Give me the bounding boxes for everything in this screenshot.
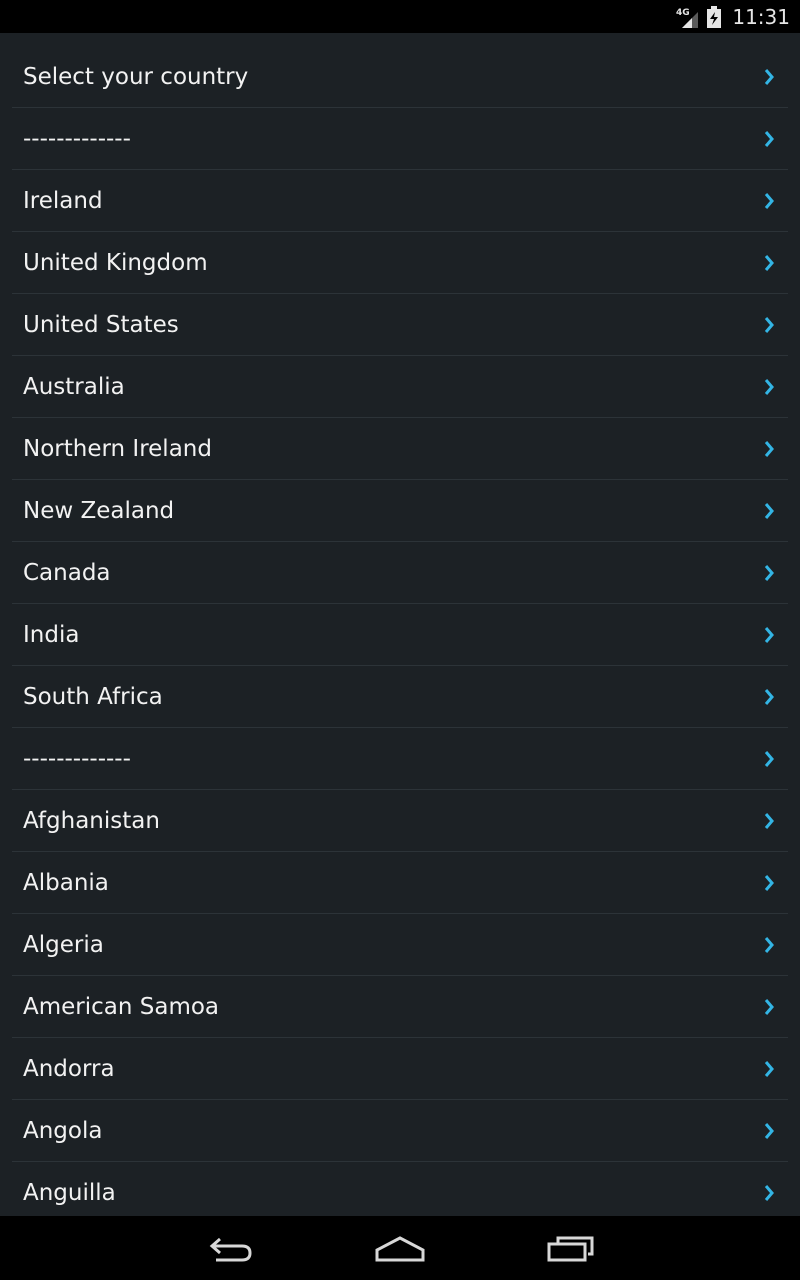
chevron-right-icon (764, 1122, 774, 1139)
status-clock: 11:31 (732, 4, 790, 29)
list-header-row[interactable]: Select your country (12, 47, 788, 108)
list-item[interactable]: Australia (12, 356, 788, 418)
list-item-label: American Samoa (23, 993, 220, 1020)
list-item[interactable]: New Zealand (12, 480, 788, 542)
list-item[interactable]: India (12, 604, 788, 666)
chevron-right-icon (764, 254, 774, 271)
chevron-right-icon (764, 688, 774, 705)
list-item-label: Northern Ireland (23, 435, 212, 462)
chevron-right-icon (764, 564, 774, 581)
list-item[interactable]: South Africa (12, 666, 788, 728)
navigation-bar (0, 1216, 800, 1280)
list-item[interactable]: Canada (12, 542, 788, 604)
chevron-right-icon (764, 502, 774, 519)
list-item[interactable]: ------------- (12, 728, 788, 790)
list-item-label: United States (23, 311, 179, 338)
chevron-right-icon (764, 750, 774, 767)
list-item-label: Ireland (23, 187, 103, 214)
list-item[interactable]: United Kingdom (12, 232, 788, 294)
list-item-label: Angola (23, 1117, 103, 1144)
status-icons: 4G (676, 5, 722, 28)
list-item[interactable]: American Samoa (12, 976, 788, 1038)
home-button[interactable] (370, 1230, 430, 1266)
signal-bars-icon: 4G (676, 8, 699, 28)
list-item-label: ------------- (23, 125, 131, 152)
list-item-label: Algeria (23, 931, 104, 958)
list-item-label: United Kingdom (23, 249, 208, 276)
country-list[interactable]: Select your country ------------- Ireland U… (0, 47, 800, 1216)
list-item-label: Andorra (23, 1055, 115, 1082)
list-item-label: Select your country (23, 64, 249, 90)
chevron-right-icon (764, 626, 774, 643)
back-icon (209, 1237, 252, 1262)
network-type-label: 4G (676, 8, 690, 18)
list-item[interactable]: Northern Ireland (12, 418, 788, 480)
chevron-right-icon (764, 812, 774, 829)
battery-charging-icon (707, 5, 722, 28)
home-icon (375, 1236, 425, 1262)
list-item-label: Canada (23, 559, 111, 586)
list-item[interactable]: United States (12, 294, 788, 356)
list-item-label: Afghanistan (23, 807, 160, 834)
chevron-right-icon (764, 192, 774, 209)
list-item-label: South Africa (23, 683, 163, 710)
list-item-label: New Zealand (23, 497, 175, 524)
list-item[interactable]: Anguilla (12, 1162, 788, 1216)
list-item[interactable]: Andorra (12, 1038, 788, 1100)
chevron-right-icon (764, 440, 774, 457)
list-item[interactable]: Ireland (12, 170, 788, 232)
list-item-label: Anguilla (23, 1179, 116, 1206)
list-item[interactable]: Angola (12, 1100, 788, 1162)
recent-apps-button[interactable] (540, 1230, 600, 1266)
chevron-right-icon (764, 1060, 774, 1077)
list-item[interactable]: ------------- (12, 108, 788, 170)
list-item-label: Albania (23, 869, 109, 896)
list-item-label: Australia (23, 373, 125, 400)
chevron-right-icon (764, 998, 774, 1015)
list-item[interactable]: Albania (12, 852, 788, 914)
chevron-right-icon (764, 69, 774, 85)
chevron-right-icon (764, 316, 774, 333)
status-bar: 4G 11:31 (0, 0, 800, 33)
back-button[interactable] (200, 1230, 260, 1266)
chevron-right-icon (764, 874, 774, 891)
chevron-right-icon (764, 936, 774, 953)
list-item[interactable]: Algeria (12, 914, 788, 976)
country-list-screen: Select your country ------------- Ireland U… (0, 33, 800, 1216)
chevron-right-icon (764, 1184, 774, 1201)
list-item-label: ------------- (23, 745, 131, 772)
list-item[interactable]: Afghanistan (12, 790, 788, 852)
chevron-right-icon (764, 130, 774, 147)
recent-apps-icon (547, 1236, 594, 1262)
list-item-label: India (23, 621, 80, 648)
chevron-right-icon (764, 378, 774, 395)
